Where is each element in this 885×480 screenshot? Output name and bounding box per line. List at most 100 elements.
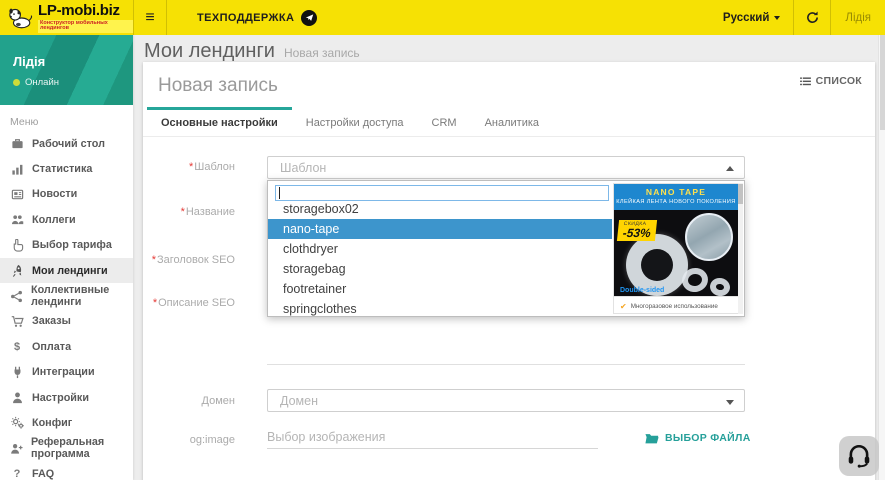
breadcrumb: Новая запись — [284, 46, 360, 60]
name-label: *Название — [143, 206, 235, 218]
sidebar-item-label: Выбор тарифа — [32, 239, 112, 251]
sidebar-item-label: Реферальная программа — [31, 436, 123, 460]
sidebar-item-integrations[interactable]: Интеграции — [0, 360, 133, 385]
sidebar-item-collective-landings[interactable]: Коллективные лендинги — [0, 283, 133, 308]
sidebar-profile: Лідія Онлайн — [0, 35, 133, 105]
sidebar-item-orders[interactable]: Заказы — [0, 309, 133, 334]
sidebar-item-label: Статистика — [32, 163, 92, 175]
tab-crm[interactable]: CRM — [418, 107, 471, 136]
required-asterisk: * — [153, 297, 157, 309]
chevron-down-icon — [774, 16, 780, 20]
tab-access-settings[interactable]: Настройки доступа — [292, 107, 418, 136]
sidebar-item-label: Заказы — [32, 315, 71, 327]
sidebar-item-my-landings[interactable]: Мои лендинги — [0, 258, 133, 283]
brand-logo[interactable]: LP-mobi.biz Конструктор мобильных лендин… — [0, 0, 133, 35]
app-root: LP-mobi.biz Конструктор мобильных лендин… — [0, 0, 885, 480]
sidebar-item-payment[interactable]: $ Оплата — [0, 334, 133, 359]
seo-description-label-text: Описание SEO — [158, 297, 235, 309]
chevron-down-icon — [726, 400, 734, 405]
template-select-placeholder: Шаблон — [280, 161, 326, 175]
choose-file-button[interactable]: ВЫБОР ФАЙЛА — [645, 432, 751, 444]
template-label-text: Шаблон — [194, 161, 235, 173]
online-status-label: Онлайн — [25, 77, 59, 88]
seo-description-input[interactable] — [267, 364, 745, 365]
preview-feature-row: ✔ Многоразовое использование — [614, 296, 738, 314]
check-icon: ✔ — [620, 302, 627, 311]
og-image-input[interactable]: Выбор изображения — [267, 425, 598, 449]
sidebar-item-referral[interactable]: Реферальная программа — [0, 436, 133, 461]
brand-text: LP-mobi.biz Конструктор мобильных лендин… — [38, 3, 133, 33]
folder-icon — [645, 433, 659, 444]
sidebar-item-label: Мои лендинги — [32, 265, 108, 277]
template-label: *Шаблон — [143, 161, 235, 173]
page-scrollbar[interactable] — [878, 35, 885, 480]
language-label: Русский — [723, 12, 769, 24]
dropdown-scrollbar[interactable] — [738, 183, 743, 314]
option-storagebag[interactable]: storagebag — [268, 259, 612, 279]
share-icon — [10, 290, 23, 303]
sidebar-item-settings[interactable]: Настройки — [0, 385, 133, 410]
header-spacer — [333, 0, 710, 35]
sidebar-item-label: Коллективные лендинги — [31, 284, 123, 308]
required-asterisk: * — [152, 254, 156, 266]
sidebar-item-label: Конфиг — [32, 417, 72, 429]
preview-inset-photo — [685, 213, 733, 261]
main-area: Мои лендинги Новая запись Новая запись С… — [133, 35, 885, 480]
cart-icon — [10, 315, 24, 328]
sidebar-item-tariff[interactable]: Выбор тарифа — [0, 233, 133, 258]
sidebar-item-label: Интеграции — [32, 366, 95, 378]
sidebar-toggle-button[interactable]: ≡ — [134, 0, 166, 35]
sidebar-item-statistics[interactable]: Статистика — [0, 156, 133, 181]
header-user-menu[interactable]: Лідія — [831, 0, 885, 35]
og-image-label-text: og:image — [190, 434, 235, 446]
brand-tagline: Конструктор мобильных лендингов — [38, 20, 133, 33]
sidebar-item-label: Рабочий стол — [32, 138, 105, 150]
text-cursor — [279, 187, 280, 199]
sidebar-item-colleagues[interactable]: Коллеги — [0, 207, 133, 232]
option-footretainer[interactable]: footretainer — [268, 279, 612, 299]
gears-icon — [10, 416, 24, 429]
preview-photo: СКИДКА -53% Double-sided — [614, 210, 738, 296]
discount-badge: СКИДКА -53% — [617, 220, 657, 241]
sidebar-item-faq[interactable]: ? FAQ — [0, 461, 133, 480]
sidebar-item-label: FAQ — [32, 468, 54, 480]
sidebar-item-desktop[interactable]: Рабочий стол — [0, 131, 133, 156]
template-select[interactable]: Шаблон — [267, 156, 745, 179]
plug-icon — [10, 366, 24, 379]
page-scrollbar-thumb[interactable] — [880, 35, 885, 130]
tape-ring-image — [709, 276, 732, 296]
tariff-hand-icon — [10, 239, 24, 252]
choose-file-label: ВЫБОР ФАЙЛА — [665, 432, 751, 444]
domain-select[interactable]: Домен — [267, 389, 745, 412]
preview-feature-text: Многоразовое использование — [631, 303, 718, 310]
option-springclothes[interactable]: springclothes — [268, 299, 612, 319]
required-asterisk: * — [189, 161, 193, 173]
tab-main-settings[interactable]: Основные настройки — [147, 107, 292, 136]
option-clothdryer[interactable]: clothdryer — [268, 239, 612, 259]
list-icon — [800, 77, 811, 86]
menu-section-label: Меню — [0, 105, 133, 131]
refresh-icon — [806, 11, 819, 24]
headset-icon — [846, 443, 872, 469]
page-title: Мои лендинги — [144, 40, 275, 63]
dropdown-scrollbar-thumb[interactable] — [738, 184, 743, 204]
top-bar: LP-mobi.biz Конструктор мобильных лендин… — [0, 0, 885, 35]
og-image-placeholder: Выбор изображения — [267, 430, 385, 444]
list-button[interactable]: СПИСОК — [800, 75, 862, 87]
name-label-text: Название — [186, 206, 235, 218]
tab-analytics[interactable]: Аналитика — [471, 107, 553, 136]
page-header: Мои лендинги Новая запись — [144, 40, 360, 63]
refresh-button[interactable] — [794, 0, 830, 35]
option-storagebox02[interactable]: storagebox02 — [268, 199, 612, 219]
profile-status: Онлайн — [13, 77, 120, 88]
support-chat-widget[interactable] — [839, 436, 879, 476]
seo-description-label: *Описание SEO — [143, 297, 235, 309]
template-dropdown-panel: storagebox02 nano-tape clothdryer storag… — [267, 180, 745, 317]
sidebar-item-news[interactable]: Новости — [0, 182, 133, 207]
dog-logo-icon — [7, 5, 33, 31]
option-nano-tape[interactable]: nano-tape — [268, 219, 612, 239]
tech-support-button[interactable]: ТЕХПОДДЕРЖКА — [181, 0, 333, 35]
language-selector[interactable]: Русский — [710, 0, 793, 35]
discount-badge-value: -53% — [622, 227, 651, 239]
sidebar-item-config[interactable]: Конфиг — [0, 410, 133, 435]
